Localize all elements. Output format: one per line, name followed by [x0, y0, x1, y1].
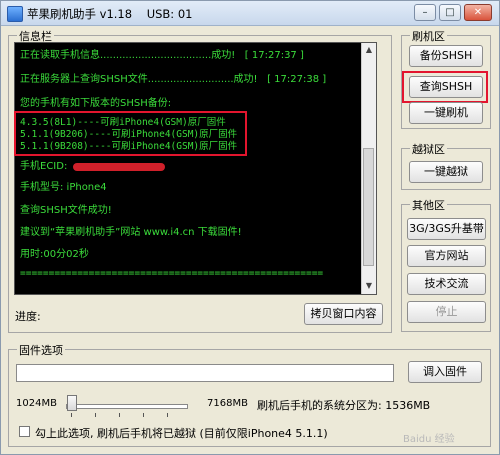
one-click-flash-button[interactable]: 一键刷机 — [409, 102, 483, 124]
jailbreak-option-label: 勾上此选项, 刷机后手机将已越狱 (目前仅限iPhone4 5.1.1) — [35, 427, 328, 440]
slider-tick — [143, 413, 144, 417]
log-line: 手机型号: iPhone4 — [20, 182, 107, 193]
jailbreak-checkbox[interactable] — [19, 426, 30, 437]
scroll-up-icon[interactable]: ▲ — [363, 44, 375, 56]
official-site-button[interactable]: 官方网站 — [407, 245, 486, 267]
app-icon — [7, 6, 23, 22]
other-group-label: 其他区 — [410, 197, 447, 213]
slider-tick — [167, 413, 168, 417]
minimize-button[interactable]: – — [414, 4, 436, 21]
shsh-highlight-box — [14, 111, 247, 156]
log-line-separator: ========================================… — [20, 268, 324, 279]
jailbreak-group-label: 越狱区 — [410, 141, 447, 157]
firmware-group-label: 固件选项 — [17, 342, 65, 358]
app-window: 苹果刷机助手 v1.18 USB: 01 – □ ✕ 信息栏 正在读取手机信息.… — [0, 0, 500, 455]
progress-label: 进度: — [15, 310, 41, 323]
copy-window-button[interactable]: 拷贝窗口内容 — [304, 303, 383, 325]
slider-tick — [119, 413, 120, 417]
partition-size-text: 刷机后手机的系统分区为: 1536MB — [257, 399, 431, 412]
log-line-ecid: 手机ECID: — [20, 161, 68, 172]
partition-slider-thumb[interactable] — [67, 395, 77, 411]
tech-exchange-button[interactable]: 技术交流 — [407, 273, 486, 295]
console-scrollbar[interactable]: ▲ ▼ — [361, 43, 376, 294]
redacted-ecid — [73, 163, 165, 171]
scroll-down-icon[interactable]: ▼ — [363, 280, 375, 292]
stop-button[interactable]: 停止 — [407, 301, 486, 323]
log-line: 建议到“苹果刷机助手”网站 www.i4.cn 下载固件! — [20, 227, 242, 238]
window-title: 苹果刷机助手 v1.18 USB: 01 — [27, 7, 193, 21]
slider-tick — [71, 413, 72, 417]
info-console[interactable]: 正在读取手机信息................................… — [14, 42, 377, 295]
partition-slider-track[interactable] — [66, 404, 188, 409]
backup-shsh-button[interactable]: 备份SHSH — [409, 45, 483, 67]
min-size-label: 1024MB — [16, 398, 57, 409]
baseband-button[interactable]: 3G/3GS升基带 — [407, 218, 486, 240]
watermark-text: Baidu 经验 — [403, 434, 455, 445]
log-line: 您的手机有如下版本的SHSH备份: — [20, 98, 172, 109]
log-line: 正在服务器上查询SHSH文件..........................… — [20, 74, 327, 85]
one-click-jailbreak-button[interactable]: 一键越狱 — [409, 161, 483, 183]
log-line: 用时:00分02秒 — [20, 249, 89, 260]
flash-group-label: 刷机区 — [410, 28, 447, 44]
max-size-label: 7168MB — [207, 398, 248, 409]
close-button[interactable]: ✕ — [464, 4, 492, 21]
title-bar[interactable]: 苹果刷机助手 v1.18 USB: 01 – □ ✕ — [1, 1, 499, 26]
query-shsh-button[interactable]: 查询SHSH — [409, 76, 483, 98]
slider-tick — [95, 413, 96, 417]
firmware-path-field[interactable] — [16, 364, 394, 382]
maximize-button[interactable]: □ — [439, 4, 461, 21]
load-firmware-button[interactable]: 调入固件 — [408, 361, 482, 383]
log-line: 查询SHSH文件成功! — [20, 205, 112, 216]
log-line: 正在读取手机信息................................… — [20, 50, 304, 61]
scroll-thumb[interactable] — [363, 148, 374, 266]
